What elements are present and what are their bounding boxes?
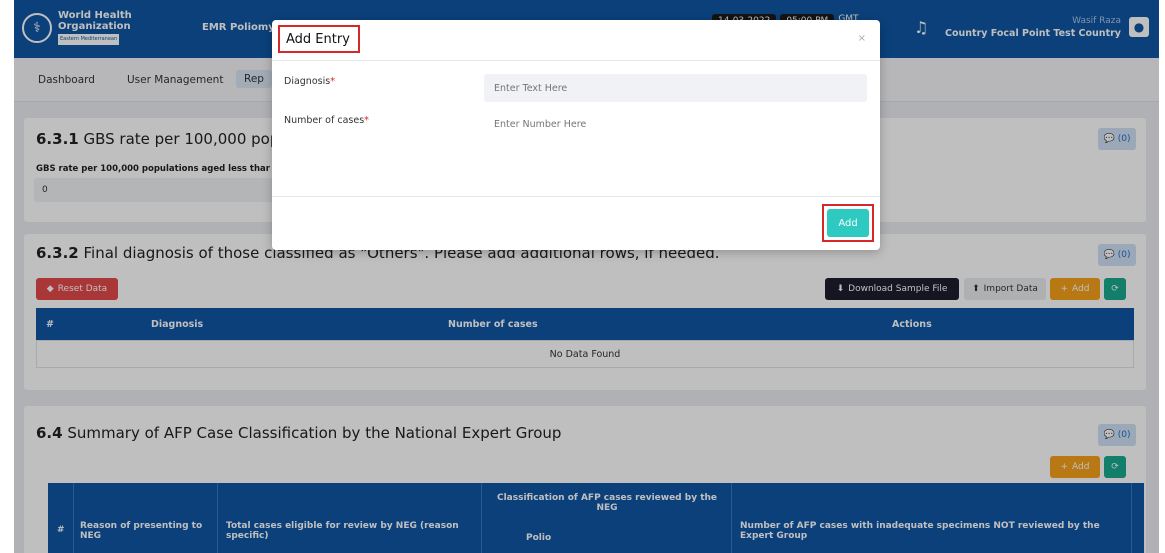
divider — [272, 60, 880, 61]
page: ⚕ World Health Organization Eastern Medi… — [14, 0, 1159, 553]
modal-add-button[interactable]: Add — [827, 209, 869, 237]
add-entry-modal: Add Entry × Diagnosis* Number of cases* … — [272, 20, 880, 250]
diagnosis-label: Diagnosis* — [284, 76, 335, 87]
add-button-highlight: Add — [822, 204, 874, 242]
diagnosis-input[interactable] — [484, 74, 867, 102]
close-icon[interactable]: × — [858, 33, 866, 44]
modal-title: Add Entry — [278, 25, 360, 53]
divider — [272, 196, 880, 197]
number-of-cases-label: Number of cases* — [284, 115, 369, 126]
number-of-cases-input[interactable] — [484, 110, 867, 138]
